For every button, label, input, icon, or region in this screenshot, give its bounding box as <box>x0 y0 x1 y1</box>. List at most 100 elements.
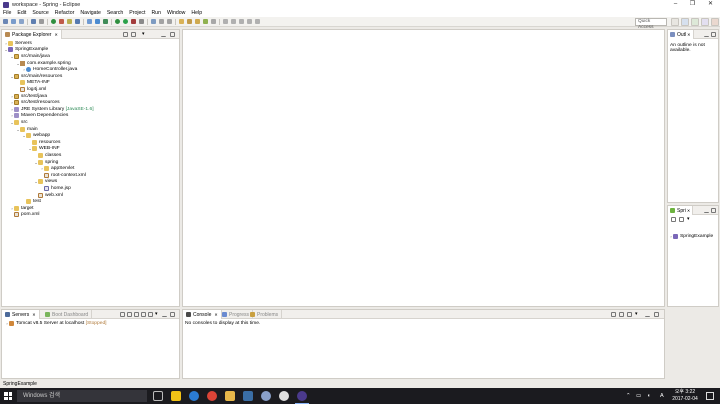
menu-help[interactable]: Help <box>191 10 202 16</box>
new-package-icon[interactable] <box>95 19 100 24</box>
publish-icon[interactable] <box>148 312 153 317</box>
tree-item[interactable]: ⌄ webapp <box>22 132 50 139</box>
maximize-button[interactable]: ❐ <box>686 0 699 9</box>
maximize-view-icon[interactable] <box>170 32 175 37</box>
menu-project[interactable]: Project <box>129 10 145 16</box>
coverage-icon[interactable] <box>139 19 144 24</box>
link-editor-icon[interactable] <box>131 32 136 37</box>
start-server-icon[interactable] <box>127 312 132 317</box>
tree-item[interactable]: › appServlet <box>40 165 74 172</box>
minimize-view-icon[interactable] <box>704 32 709 37</box>
input-language[interactable]: A <box>660 393 664 399</box>
stop-icon[interactable] <box>59 19 64 24</box>
tree-item[interactable]: › JRE System Library [JavaSE-1.6] <box>10 106 94 113</box>
menu-navigate[interactable]: Navigate <box>80 10 100 16</box>
view-menu-icon[interactable]: ▾ <box>687 217 692 222</box>
network-icon[interactable]: ▭ <box>636 393 641 399</box>
tree-item[interactable]: › src/test/resources <box>10 99 60 106</box>
tree-item[interactable]: › target <box>10 205 34 212</box>
close-icon[interactable]: ✕ <box>32 312 35 317</box>
tab-problems[interactable]: Problems <box>247 310 283 319</box>
menu-window[interactable]: Window <box>167 10 185 16</box>
run-icon[interactable] <box>123 19 128 24</box>
tree-item[interactable]: home.jsp <box>40 185 71 192</box>
last-edit-icon[interactable] <box>239 19 244 24</box>
close-icon[interactable]: ✕ <box>687 32 690 37</box>
open-task-icon[interactable] <box>179 19 184 24</box>
java-ee-perspective-icon[interactable] <box>681 18 689 26</box>
open-perspective-icon[interactable] <box>671 18 679 26</box>
debug-run-icon[interactable] <box>115 19 120 24</box>
tab-package-explorer[interactable]: Package Explorer ✕ <box>2 30 62 39</box>
new-icon[interactable] <box>3 19 8 24</box>
minimize-view-icon[interactable] <box>645 312 650 317</box>
menu-run[interactable]: Run <box>151 10 161 16</box>
save-icon[interactable] <box>11 19 16 24</box>
tree-item[interactable]: › Servers <box>4 40 32 47</box>
tree-item[interactable]: classes <box>34 152 61 159</box>
tree-item[interactable]: ⌄ spring <box>34 159 58 166</box>
menu-refactor[interactable]: Refactor <box>55 10 75 16</box>
tree-item[interactable]: root-context.xml <box>40 172 86 179</box>
tree-item[interactable]: ⌄ main <box>16 126 38 133</box>
edge-icon[interactable] <box>189 391 199 401</box>
open-type-icon[interactable] <box>151 19 156 24</box>
tree-item[interactable]: ⌄ views <box>34 179 57 186</box>
tree-item[interactable]: › SpringExample <box>669 233 713 240</box>
debug-perspective-button[interactable] <box>701 18 709 26</box>
file-explorer-icon[interactable] <box>225 391 235 401</box>
kakaotalk-icon[interactable] <box>171 391 181 401</box>
store-icon[interactable] <box>243 391 253 401</box>
edit-icon[interactable] <box>195 19 200 24</box>
toggle-mark-icon[interactable] <box>203 19 208 24</box>
java-perspective-icon[interactable] <box>691 18 699 26</box>
filter-icon[interactable] <box>679 217 684 222</box>
maximize-view-icon[interactable] <box>654 312 659 317</box>
close-icon[interactable]: ✕ <box>54 32 57 37</box>
tab-outline[interactable]: Outl ✕ <box>668 30 694 39</box>
minimize-view-icon[interactable] <box>704 208 709 213</box>
pin-console-icon[interactable] <box>611 312 616 317</box>
search-icon[interactable] <box>159 19 164 24</box>
debug-perspective-icon[interactable] <box>31 19 36 24</box>
chrome-icon[interactable] <box>207 391 217 401</box>
tab-spring-explorer[interactable]: Spri ✕ <box>668 206 694 215</box>
close-button[interactable]: ✕ <box>704 0 717 9</box>
next-annotation-icon[interactable] <box>223 19 228 24</box>
menu-edit[interactable]: Edit <box>17 10 26 16</box>
editor-area[interactable] <box>182 29 665 307</box>
menu-search[interactable]: Search <box>107 10 123 16</box>
tree-item[interactable]: resources <box>28 139 60 146</box>
prev-annotation-icon[interactable] <box>231 19 236 24</box>
annotation-icon[interactable] <box>187 19 192 24</box>
tab-boot-dashboard[interactable]: Boot Dashboard <box>42 310 93 319</box>
view-menu-icon[interactable]: ▾ <box>142 32 147 37</box>
view-menu-icon[interactable]: ▾ <box>635 312 640 317</box>
terminal-icon[interactable] <box>75 19 80 24</box>
open-console-icon[interactable] <box>627 312 632 317</box>
app-icon[interactable] <box>261 391 271 401</box>
tab-console[interactable]: Console ✕ <box>183 310 222 319</box>
taskbar-search-box[interactable]: Windows 검색 <box>17 390 147 402</box>
maximize-view-icon[interactable] <box>711 32 716 37</box>
close-icon[interactable]: ✕ <box>214 312 217 317</box>
new-java-project-icon[interactable] <box>87 19 92 24</box>
tree-item[interactable]: ⌄ com.example.spring <box>16 60 71 67</box>
tree-item[interactable]: ⌄ src <box>10 119 28 126</box>
app-icon[interactable] <box>279 391 289 401</box>
pin-icon[interactable] <box>211 19 216 24</box>
tree-item[interactable]: › HomeController.java <box>22 66 77 73</box>
menu-source[interactable]: Source <box>32 10 48 16</box>
debug-icon[interactable] <box>51 19 56 24</box>
tree-item[interactable]: › src/test/java <box>10 93 47 100</box>
tree-item[interactable]: META-INF <box>16 80 50 87</box>
skip-breakpoints-icon[interactable] <box>39 19 44 24</box>
tree-item[interactable]: ⌄ WEB-INF <box>28 146 60 153</box>
stop-server-icon[interactable] <box>141 312 146 317</box>
maximize-view-icon[interactable] <box>711 208 716 213</box>
view-menu-icon[interactable]: ▾ <box>155 312 160 317</box>
display-console-icon[interactable] <box>619 312 624 317</box>
tree-item[interactable]: › Maven Dependencies <box>10 113 68 120</box>
collapse-all-icon[interactable] <box>671 217 676 222</box>
minimize-button[interactable]: – <box>669 0 682 9</box>
